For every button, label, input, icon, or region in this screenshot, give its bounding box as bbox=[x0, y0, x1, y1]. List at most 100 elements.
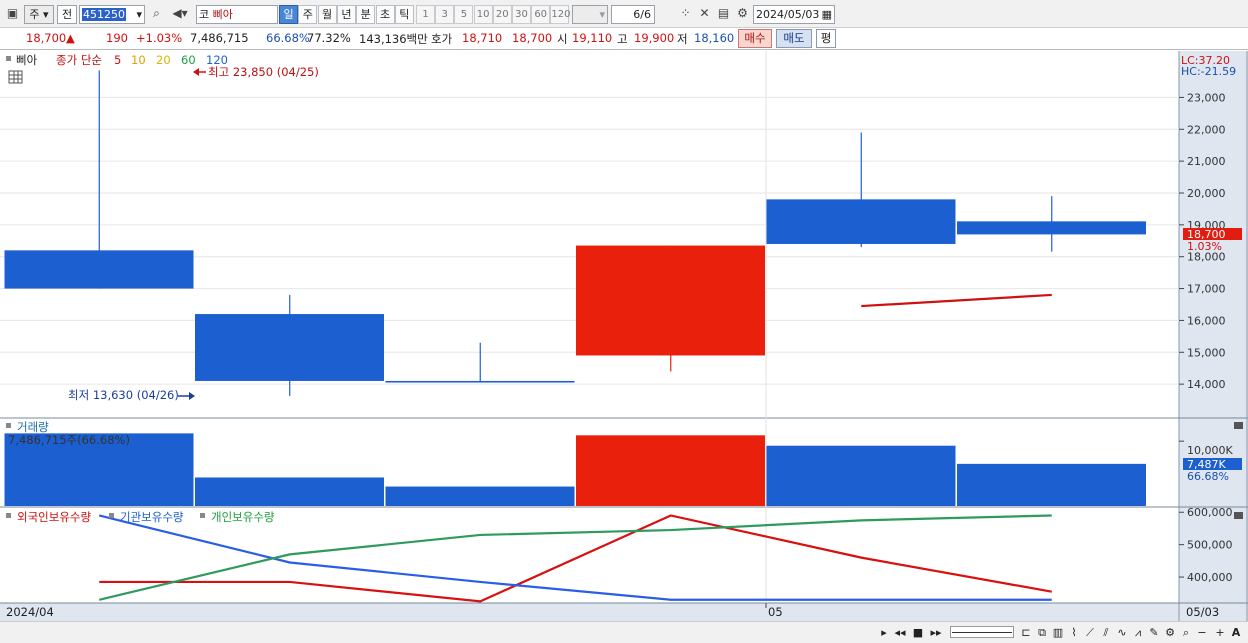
legend-stock-name: 삐아 bbox=[16, 53, 38, 67]
zoom-slider-track bbox=[952, 632, 1012, 633]
speaker-icon[interactable]: ◀▾ bbox=[166, 5, 194, 24]
copy-icon[interactable]: ⧉ bbox=[1034, 624, 1050, 641]
save-icon[interactable]: ▤ bbox=[714, 5, 733, 24]
current-pct-tag: 1.03% bbox=[1187, 240, 1222, 253]
interval-button-1[interactable]: 3 bbox=[435, 5, 455, 24]
volume-panel-close-icon[interactable] bbox=[1234, 422, 1243, 429]
volume-current-pct: 66.68% bbox=[1187, 470, 1229, 483]
window-icon[interactable]: ▣ bbox=[3, 5, 22, 24]
holdings-legend-1: 기관보유수량 bbox=[120, 510, 184, 524]
trend-line-icon[interactable]: ⟋ bbox=[1082, 624, 1098, 641]
date-input[interactable]: 2024/05/03 ▦ bbox=[753, 5, 835, 24]
layout-icon[interactable]: ▥ bbox=[1050, 624, 1066, 641]
ma-legend-1: 10 bbox=[131, 53, 146, 67]
interval-button-6[interactable]: 60 bbox=[531, 5, 551, 24]
low-label: 저 bbox=[677, 32, 688, 46]
interval-button-5[interactable]: 30 bbox=[512, 5, 531, 24]
pen-icon[interactable]: ✎ bbox=[1146, 624, 1162, 641]
price-tick-label: 20,000 bbox=[1187, 187, 1226, 200]
min-price-label: 최저 13,630 (04/26) bbox=[68, 388, 179, 402]
change-percent: +1.03% bbox=[136, 31, 183, 45]
prev-button[interactable]: 전 bbox=[57, 5, 77, 24]
volume-bar-3 bbox=[576, 435, 765, 506]
candle-body-5 bbox=[957, 221, 1146, 235]
price-chart-svg: 600,000 500,000 400,000 23,000 22,000 21,000… bbox=[0, 51, 1248, 621]
holdings-legend-marker-2 bbox=[200, 513, 205, 518]
x-axis-label-1: 05 bbox=[768, 605, 783, 619]
bottom-bar: ▸ ◂◂ ■ ▸▸ ⊏ ⧉ ▥ ⌇ ⟋ ⫽ ∿ ⩘ ✎ ⚙ ⌕ − + A bbox=[0, 621, 1248, 643]
interval-button-2[interactable]: 5 bbox=[454, 5, 474, 24]
calendar-icon[interactable]: ▦ bbox=[822, 6, 832, 23]
legend-ma-title: 종가 단순 bbox=[56, 53, 102, 67]
candle-body-1 bbox=[195, 314, 384, 381]
high-price: 19,900 bbox=[634, 31, 675, 45]
wave-icon[interactable]: ∿ bbox=[1114, 624, 1130, 641]
holdings-legend-marker-0 bbox=[6, 513, 11, 518]
interval-button-7[interactable]: 120 bbox=[550, 5, 570, 24]
period-button-0[interactable]: 일 bbox=[279, 5, 298, 24]
page-indicator[interactable]: 6/6 bbox=[611, 5, 655, 24]
chart-area[interactable]: 600,000 500,000 400,000 23,000 22,000 21,000… bbox=[0, 51, 1248, 621]
trade-amount: 143,136백만 bbox=[359, 32, 428, 46]
period-button-3[interactable]: 년 bbox=[336, 5, 356, 24]
holdings-panel-close-icon[interactable] bbox=[1234, 512, 1243, 519]
market-select[interactable]: 주 ▾ bbox=[24, 5, 54, 24]
volume-title: 거래량 bbox=[17, 420, 49, 434]
zoom-in-icon[interactable]: + bbox=[1212, 624, 1228, 641]
sell-button[interactable]: 매도 bbox=[776, 29, 812, 48]
draw-tool-icon[interactable]: ⊏ bbox=[1018, 624, 1034, 641]
legend-marker bbox=[6, 56, 11, 61]
date-value: 2024/05/03 bbox=[756, 8, 820, 21]
bid-price: 18,700 bbox=[512, 31, 553, 45]
search-icon[interactable]: ⌕ bbox=[147, 5, 166, 24]
fast-forward-icon[interactable]: ▸▸ bbox=[928, 624, 944, 641]
x-axis-right-label: 05/03 bbox=[1186, 605, 1219, 619]
buy-button[interactable]: 매수 bbox=[738, 29, 772, 48]
average-button[interactable]: 평 bbox=[816, 29, 836, 48]
zigzag-icon[interactable]: ⩘ bbox=[1130, 624, 1146, 641]
table-icon[interactable] bbox=[8, 70, 23, 84]
period-button-6[interactable]: 틱 bbox=[394, 5, 414, 24]
candle-body-2 bbox=[385, 380, 575, 383]
stock-name-field[interactable]: 코 삐아 bbox=[196, 5, 278, 24]
grid-icon[interactable]: ⁘ bbox=[676, 5, 695, 24]
zoom-out-icon[interactable]: − bbox=[1194, 624, 1210, 641]
current-price: 18,700 bbox=[26, 31, 67, 45]
auto-scale-icon[interactable]: A bbox=[1228, 624, 1244, 641]
interval-button-4[interactable]: 20 bbox=[492, 5, 512, 24]
crosshair-icon[interactable]: ✕ bbox=[695, 5, 714, 24]
candle-body-4 bbox=[766, 199, 956, 244]
stop-icon[interactable]: ■ bbox=[910, 624, 926, 641]
fibonacci-icon[interactable]: ⫽ bbox=[1098, 624, 1114, 641]
period-button-1[interactable]: 주 bbox=[298, 5, 318, 24]
gear-icon[interactable]: ⚙ bbox=[733, 5, 752, 24]
period-button-4[interactable]: 분 bbox=[356, 5, 376, 24]
code-input[interactable]: 451250 ▾ bbox=[79, 5, 145, 24]
zoom-slider[interactable] bbox=[950, 626, 1014, 638]
holdings-tick-label: 400,000 bbox=[1187, 571, 1233, 584]
quote-bar: 18,700 ▲ 190 +1.03% 7,486,715 66.68% 77.… bbox=[0, 28, 1248, 50]
rewind-icon[interactable]: ◂◂ bbox=[892, 624, 908, 641]
volume-bar-2 bbox=[385, 486, 575, 506]
interval-select[interactable]: ▾ bbox=[572, 5, 608, 24]
interval-button-3[interactable]: 10 bbox=[473, 5, 493, 24]
volume-marker bbox=[6, 423, 11, 428]
chevron-down-icon[interactable]: ▾ bbox=[136, 6, 142, 23]
max-price-label: 최고 23,850 (04/25) bbox=[208, 65, 319, 79]
volume-bar-5 bbox=[957, 463, 1146, 506]
low-price: 18,160 bbox=[694, 31, 735, 45]
zoom-icon[interactable]: ⌕ bbox=[1178, 624, 1194, 641]
code-value: 451250 bbox=[82, 8, 126, 21]
period-button-2[interactable]: 월 bbox=[317, 5, 337, 24]
period-button-5[interactable]: 초 bbox=[375, 5, 395, 24]
volume-bar-4 bbox=[766, 445, 956, 506]
market-code: 코 bbox=[199, 8, 210, 21]
holdings-legend-marker-1 bbox=[109, 513, 114, 518]
settings-icon[interactable]: ⚙ bbox=[1162, 624, 1178, 641]
interval-button-0[interactable]: 1 bbox=[416, 5, 435, 24]
play-icon[interactable]: ▸ bbox=[876, 624, 892, 641]
ruler-icon[interactable]: ⌇ bbox=[1066, 624, 1082, 641]
price-change: 190 bbox=[106, 31, 128, 45]
price-tick-label: 14,000 bbox=[1187, 378, 1226, 391]
volume-tick: 10,000K bbox=[1187, 444, 1233, 457]
